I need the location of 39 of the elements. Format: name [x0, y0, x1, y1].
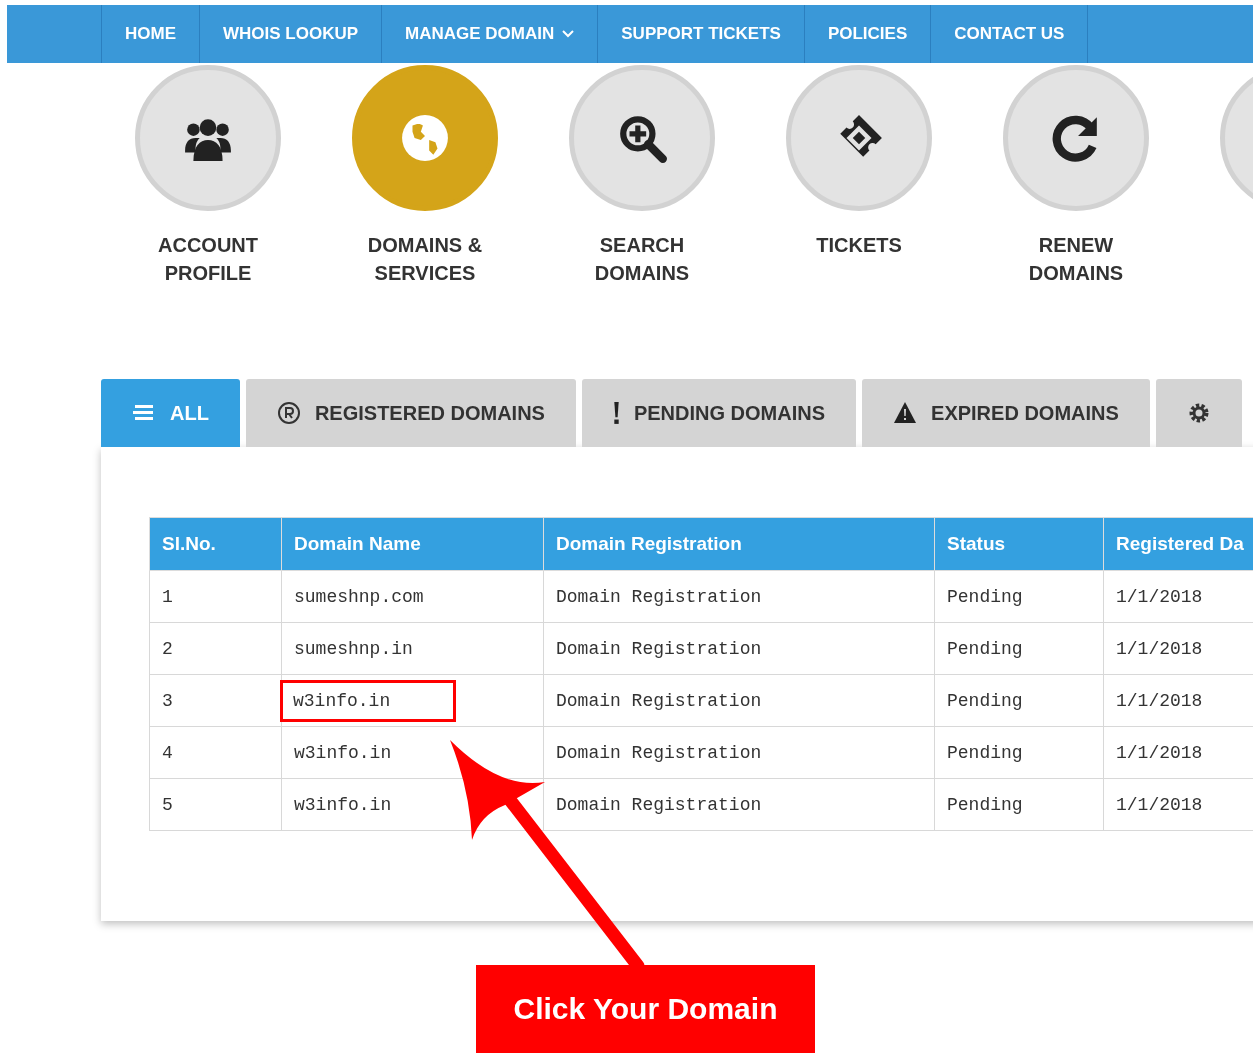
- shortcut-label: RENEW DOMAINS: [1027, 233, 1125, 286]
- shortcut-label: ACCOUNT PROFILE: [157, 233, 259, 286]
- globe-icon: [400, 113, 450, 163]
- shortcut-label: DOMAINS & SERVICES: [366, 233, 484, 286]
- column-header: Domain Registration: [543, 517, 935, 571]
- column-header: Domain Name: [281, 517, 544, 571]
- chevron-down-icon: [562, 30, 575, 38]
- shortcut-label: TICKETS: [815, 233, 903, 258]
- table-cell: Domain Registration: [543, 570, 935, 623]
- table-cell: 2: [149, 622, 282, 675]
- column-header: Registered Da: [1103, 517, 1253, 571]
- table-cell: Domain Registration: [543, 778, 935, 831]
- exclamation-icon: [612, 401, 620, 425]
- table-cell: Pending: [934, 674, 1104, 727]
- tab[interactable]: [1155, 379, 1242, 447]
- tab[interactable]: EXPIRED DOMAINS: [862, 379, 1150, 447]
- callout-label: Click Your Domain: [476, 965, 815, 1053]
- table-cell: 5: [149, 778, 282, 831]
- zoom-in-icon: [617, 113, 667, 163]
- warning-icon: [893, 401, 918, 425]
- table-cell[interactable]: sumeshnp.com: [281, 570, 544, 623]
- column-header: Sl.No.: [149, 517, 282, 571]
- table-cell: Domain Registration: [543, 674, 935, 727]
- table-cell: 1: [149, 570, 282, 623]
- table-cell: 4: [149, 726, 282, 779]
- tab[interactable]: REGISTERED DOMAINS: [245, 379, 576, 447]
- table-cell[interactable]: sumeshnp.in: [281, 622, 544, 675]
- column-header: Status: [934, 517, 1104, 571]
- table-cell: 3: [149, 674, 282, 727]
- table-cell: Pending: [934, 726, 1104, 779]
- table-cell: Pending: [934, 622, 1104, 675]
- table-cell: Domain Registration: [543, 726, 935, 779]
- table-cell: Pending: [934, 778, 1104, 831]
- domain-link[interactable]: w3info.in: [280, 679, 456, 722]
- shortcut-label: SEARCH DOMAINS: [593, 233, 691, 286]
- table-cell: Domain Registration: [543, 622, 935, 675]
- tab[interactable]: PENDING DOMAINS: [581, 379, 857, 447]
- registered-icon: [276, 401, 301, 425]
- table-cell: Pending: [934, 570, 1104, 623]
